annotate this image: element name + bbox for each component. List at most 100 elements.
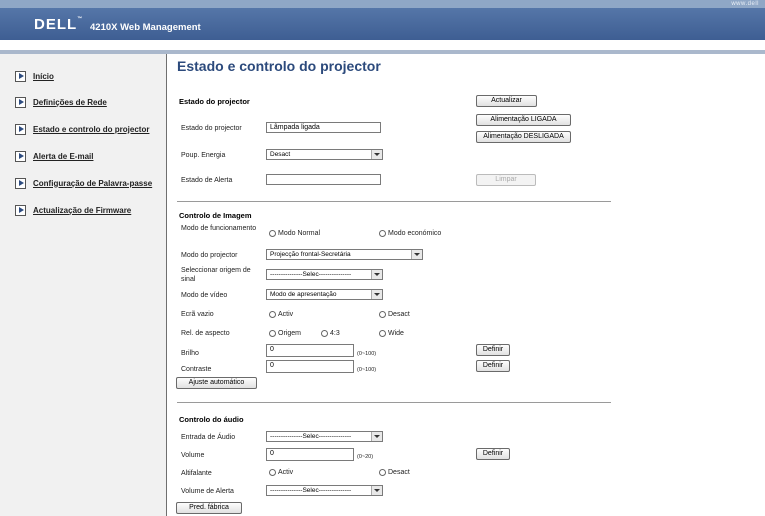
chevron-down-icon [371, 432, 382, 441]
radio-mode-normal[interactable]: Modo Normal [269, 230, 320, 237]
video-mode-label: Modo de vídeo [181, 292, 228, 299]
page-title: Estado e controlo do projector [177, 58, 381, 74]
source-select[interactable]: ---------------Selec--------------- [266, 269, 383, 280]
radio-circle [269, 330, 276, 337]
sidebar-item-label[interactable]: Definições de Rede [33, 98, 107, 107]
power-off-button[interactable]: Alimentação DESLIGADA [476, 131, 571, 143]
audio-input-value: ---------------Selec--------------- [270, 433, 352, 440]
contrast-input[interactable]: 0 [266, 360, 354, 373]
contrast-range: (0~100) [357, 367, 377, 373]
brightness-range: (0~100) [357, 351, 377, 357]
alert-volume-value: ---------------Selec--------------- [270, 487, 352, 494]
speaker-label: Altifalante [181, 470, 212, 477]
source-value: ---------------Selec--------------- [270, 271, 352, 278]
chevron-down-icon [411, 250, 422, 259]
contrast-label: Contraste [181, 366, 212, 373]
radio-circle [379, 311, 386, 318]
power-on-button[interactable]: Alimentação LIGADA [476, 114, 571, 126]
header-banner: DELL™ 4210X Web Management [0, 8, 765, 40]
power-save-value: Desact [270, 151, 291, 158]
radio-aspect-43[interactable]: 4:3 [321, 330, 340, 337]
section-divider [177, 402, 611, 403]
volume-label: Volume [181, 452, 205, 459]
alert-state-label: Estado de Alerta [181, 177, 233, 184]
arrow-right-icon [15, 177, 26, 189]
chevron-down-icon [371, 486, 382, 495]
radio-blank-on[interactable]: Activ [269, 311, 293, 318]
power-save-select[interactable]: Desact [266, 149, 383, 160]
sidebar-item-label[interactable]: Início [33, 72, 54, 81]
source-label: Seleccionar origem de sinal [181, 267, 251, 283]
header-gap [0, 40, 765, 50]
main-content: Estado e controlo do projector Estado do… [167, 54, 765, 516]
volume-range: (0~20) [357, 454, 374, 460]
alert-state-field[interactable] [266, 174, 381, 185]
define-brightness-button[interactable]: Definir [476, 344, 510, 356]
radio-speaker-on[interactable]: Activ [269, 469, 293, 476]
radio-circle [269, 311, 276, 318]
sidebar-item-inicio[interactable]: Início [15, 69, 54, 83]
radio-mode-eco[interactable]: Modo económico [379, 230, 441, 237]
top-strip: www.dell [0, 0, 765, 8]
url-text: www.dell [731, 1, 759, 7]
mode-label: Modo de funcionamento [181, 225, 257, 232]
sidebar-item-email-alert[interactable]: Alerta de E-mail [15, 149, 93, 163]
sidebar-item-label[interactable]: Actualização de Firmware [33, 206, 131, 215]
radio-circle [379, 330, 386, 337]
projector-mode-value: Projecção frontal-Secretária [270, 251, 351, 258]
section-title-status: Estado do projector [179, 97, 250, 106]
chevron-down-icon [371, 150, 382, 159]
sidebar-item-network-settings[interactable]: Definições de Rede [15, 95, 107, 109]
app-title: 4210X Web Management [90, 22, 201, 33]
auto-adjust-button[interactable]: Ajuste automático [176, 377, 257, 389]
sidebar-item-firmware-update[interactable]: Actualização de Firmware [15, 203, 131, 217]
radio-circle [379, 469, 386, 476]
factory-default-button[interactable]: Pred. fábrica [176, 502, 242, 514]
video-mode-select[interactable]: Modo de apresentação [266, 289, 383, 300]
section-title-audio: Controlo do áudio [179, 415, 244, 424]
video-mode-value: Modo de apresentação [270, 291, 337, 298]
section-title-image: Controlo de Imagem [179, 211, 252, 220]
sidebar-item-label[interactable]: Alerta de E-mail [33, 152, 93, 161]
projector-mode-select[interactable]: Projecção frontal-Secretária [266, 249, 423, 260]
arrow-right-icon [15, 123, 26, 135]
dell-logo: DELL™ [34, 16, 84, 33]
audio-input-select[interactable]: ---------------Selec--------------- [266, 431, 383, 442]
arrow-right-icon [15, 204, 26, 216]
projector-mode-label: Modo do projector [181, 252, 238, 259]
projector-state-label: Estado do projector [181, 125, 242, 132]
alert-volume-select[interactable]: ---------------Selec--------------- [266, 485, 383, 496]
blank-screen-label: Ecrã vazio [181, 311, 214, 318]
radio-blank-off[interactable]: Desact [379, 311, 410, 318]
radio-circle [379, 230, 386, 237]
alert-volume-label: Volume de Alerta [181, 488, 234, 495]
aspect-label: Rel. de aspecto [181, 330, 230, 337]
section-divider [177, 201, 611, 202]
sidebar-item-projector-status[interactable]: Estado e controlo do projector [15, 122, 149, 136]
arrow-right-icon [15, 150, 26, 162]
brightness-input[interactable]: 0 [266, 344, 354, 357]
projector-state-field[interactable]: Lâmpada ligada [266, 122, 381, 133]
clear-button[interactable]: Limpar [476, 174, 536, 186]
chevron-down-icon [371, 290, 382, 299]
define-volume-button[interactable]: Definir [476, 448, 510, 460]
arrow-right-icon [15, 70, 26, 82]
radio-circle [269, 469, 276, 476]
chevron-down-icon [371, 270, 382, 279]
sidebar-item-password-config[interactable]: Configuração de Palavra-passe [15, 176, 152, 190]
refresh-button[interactable]: Actualizar [476, 95, 537, 107]
power-save-label: Poup. Energia [181, 152, 226, 159]
radio-aspect-wide[interactable]: Wide [379, 330, 404, 337]
volume-input[interactable]: 0 [266, 448, 354, 461]
define-contrast-button[interactable]: Definir [476, 360, 510, 372]
radio-speaker-off[interactable]: Desact [379, 469, 410, 476]
arrow-right-icon [15, 96, 26, 108]
sidebar-item-label[interactable]: Estado e controlo do projector [33, 125, 149, 134]
radio-circle [321, 330, 328, 337]
sidebar-item-label[interactable]: Configuração de Palavra-passe [33, 179, 152, 188]
brightness-label: Brilho [181, 350, 199, 357]
radio-circle [269, 230, 276, 237]
sidebar: Início Definições de Rede Estado e contr… [0, 54, 167, 516]
audio-input-label: Entrada de Áudio [181, 434, 236, 441]
radio-aspect-origin[interactable]: Origem [269, 330, 301, 337]
